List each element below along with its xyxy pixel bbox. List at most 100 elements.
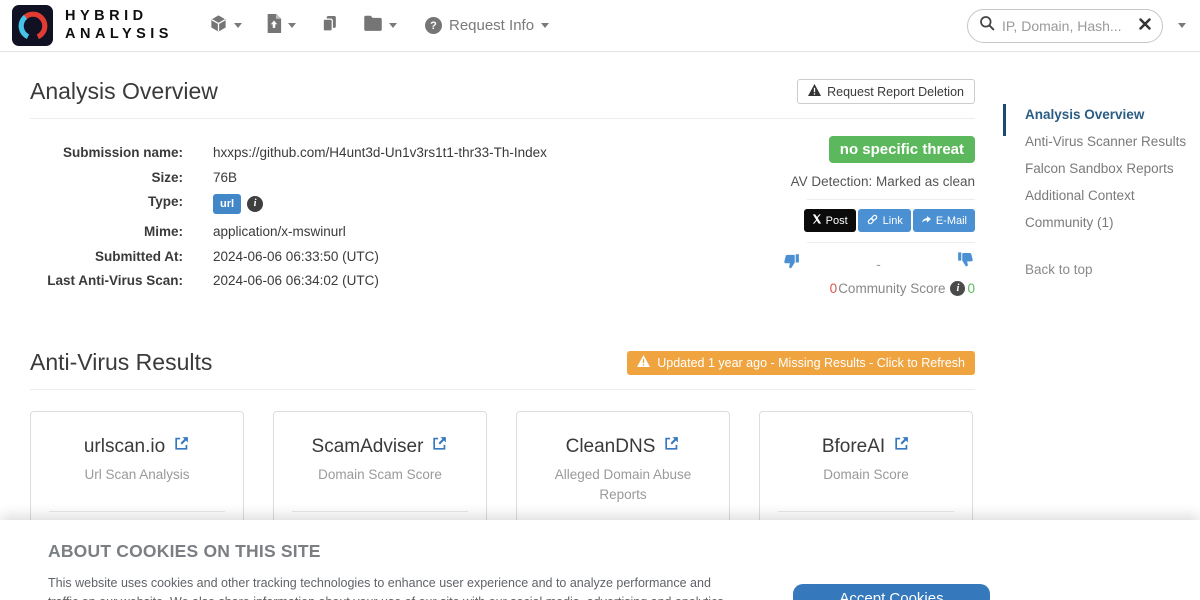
navbar-icon-menu (209, 14, 397, 38)
page: HYBRID ANALYSIS (0, 0, 1200, 600)
size-value: 76B (183, 168, 547, 193)
search-icon[interactable] (979, 15, 995, 36)
community-score-label: Community Score (838, 281, 945, 296)
chevron-down-icon (234, 23, 242, 28)
vote-separator: - (876, 256, 881, 272)
field-label: Submission name: (30, 143, 183, 168)
field-label: Mime: (30, 222, 183, 247)
request-report-deletion-button[interactable]: Request Report Deletion (797, 79, 975, 104)
request-report-deletion-label: Request Report Deletion (827, 85, 964, 99)
global-search (967, 9, 1163, 43)
mime-value: application/x-mswinurl (183, 222, 547, 247)
page-title: Analysis Overview (30, 78, 218, 105)
vendor-name-link[interactable]: BforeAI (822, 436, 885, 458)
back-to-top-link[interactable]: Back to top (1025, 262, 1200, 277)
warning-triangle-icon (808, 84, 821, 99)
external-link-icon[interactable] (431, 435, 448, 458)
vendor-subtitle: Domain Scam Score (274, 465, 486, 485)
last-av-scan-value: 2024-06-06 06:34:02 (UTC) (183, 271, 547, 296)
link-icon (866, 213, 879, 229)
submission-name-value: hxxps://github.com/H4unt3d-Un1v3rs1t1-th… (183, 143, 547, 168)
score-info-icon[interactable]: i (950, 281, 965, 296)
submit-file-menu-button[interactable] (266, 14, 296, 38)
warning-triangle-icon (637, 355, 650, 370)
submission-details-table: Submission name:hxxps://github.com/H4unt… (30, 143, 547, 296)
copy-icon (320, 14, 339, 38)
divider (30, 118, 975, 119)
share-buttons: Post Link E-Mail (779, 209, 975, 232)
vendor-subtitle: Url Scan Analysis (31, 465, 243, 485)
copy-reports-button[interactable] (320, 14, 339, 38)
search-options-chevron-icon[interactable] (1178, 23, 1186, 28)
type-url-badge: url (213, 194, 241, 214)
divider (49, 511, 225, 512)
field-label: Submitted At: (30, 247, 183, 272)
brand-line1: HYBRID (65, 8, 173, 25)
chevron-down-icon (389, 23, 397, 28)
search-input[interactable] (1002, 18, 1132, 34)
request-info-menu[interactable]: ? Request Info (425, 17, 549, 34)
share-arrow-icon (921, 214, 932, 228)
thumbs-down-icon[interactable] (782, 252, 800, 275)
submitted-at-value: 2024-06-06 06:33:50 (UTC) (183, 247, 547, 272)
cookie-banner-title: ABOUT COOKIES ON THIS SITE (48, 541, 1200, 562)
av-detection-text: AV Detection: Marked as clean (779, 174, 975, 189)
search-zone (967, 9, 1186, 43)
main-content: Analysis Overview Request Report Deletio… (30, 52, 975, 593)
collections-menu-button[interactable] (363, 15, 397, 37)
toc-item-community[interactable]: Community (1) (1025, 216, 1200, 230)
request-info-label: Request Info (449, 17, 534, 34)
file-upload-icon (266, 14, 282, 38)
accept-cookies-button[interactable]: Accept Cookies (793, 584, 990, 600)
table-row: Type: urli (30, 192, 547, 222)
downvote-count: 0 (830, 281, 838, 296)
hybrid-analysis-logo[interactable] (12, 5, 53, 46)
vendor-subtitle: Domain Score (760, 465, 972, 485)
brand-wordmark[interactable]: HYBRID ANALYSIS (65, 8, 173, 43)
cube-icon (209, 14, 228, 38)
vendor-name-link[interactable]: CleanDNS (566, 436, 656, 458)
cookie-banner-text: This website uses cookies and other trac… (48, 574, 738, 600)
vendor-name-link[interactable]: urlscan.io (84, 436, 165, 458)
divider (30, 389, 975, 390)
verdict-panel: no specific threat AV Detection: Marked … (779, 136, 975, 296)
divider (292, 511, 468, 512)
refresh-warning-label: Updated 1 year ago - Missing Results - C… (657, 356, 965, 370)
email-share-button[interactable]: E-Mail (913, 209, 975, 232)
cookie-banner: ABOUT COOKIES ON THIS SITE This website … (0, 520, 1200, 600)
field-label: Size: (30, 168, 183, 193)
question-circle-icon: ? (425, 17, 442, 34)
top-navbar: HYBRID ANALYSIS (0, 0, 1200, 52)
external-link-icon[interactable] (893, 435, 910, 458)
field-label: Last Anti-Virus Scan: (30, 271, 183, 296)
table-row: Submission name:hxxps://github.com/H4unt… (30, 143, 547, 168)
vendor-subtitle: Alleged Domain Abuse Reports (517, 465, 729, 506)
community-score-row: 0 Community Score i 0 (779, 281, 975, 296)
divider (778, 511, 954, 512)
thumbs-up-icon[interactable] (957, 252, 975, 275)
toc-active-indicator (1003, 104, 1006, 136)
x-post-button[interactable]: Post (804, 209, 856, 232)
sandbox-menu-button[interactable] (209, 14, 242, 38)
chevron-down-icon (288, 23, 296, 28)
field-label: Type: (30, 192, 183, 222)
refresh-warning-banner[interactable]: Updated 1 year ago - Missing Results - C… (627, 351, 975, 375)
chevron-down-icon (541, 23, 549, 28)
clear-search-icon[interactable] (1139, 17, 1151, 35)
toc-item-additional-context[interactable]: Additional Context (1025, 189, 1200, 203)
toc-item-falcon-sandbox-reports[interactable]: Falcon Sandbox Reports (1025, 162, 1200, 176)
external-link-icon[interactable] (663, 435, 680, 458)
toc-item-antivirus-scanner-results[interactable]: Anti-Virus Scanner Results (1025, 135, 1200, 149)
table-row: Submitted At:2024-06-06 06:33:50 (UTC) (30, 247, 547, 272)
divider (807, 242, 975, 243)
type-info-icon[interactable]: i (247, 196, 263, 212)
vendor-name-link[interactable]: ScamAdviser (312, 436, 424, 458)
divider (807, 199, 975, 200)
page-toc: Analysis Overview Anti-Virus Scanner Res… (1025, 108, 1200, 277)
threat-verdict-badge: no specific threat (829, 136, 975, 163)
permalink-button[interactable]: Link (858, 209, 911, 232)
table-row: Size:76B (30, 168, 547, 193)
toc-item-analysis-overview[interactable]: Analysis Overview (1025, 108, 1200, 122)
external-link-icon[interactable] (173, 435, 190, 458)
folder-icon (363, 15, 383, 37)
